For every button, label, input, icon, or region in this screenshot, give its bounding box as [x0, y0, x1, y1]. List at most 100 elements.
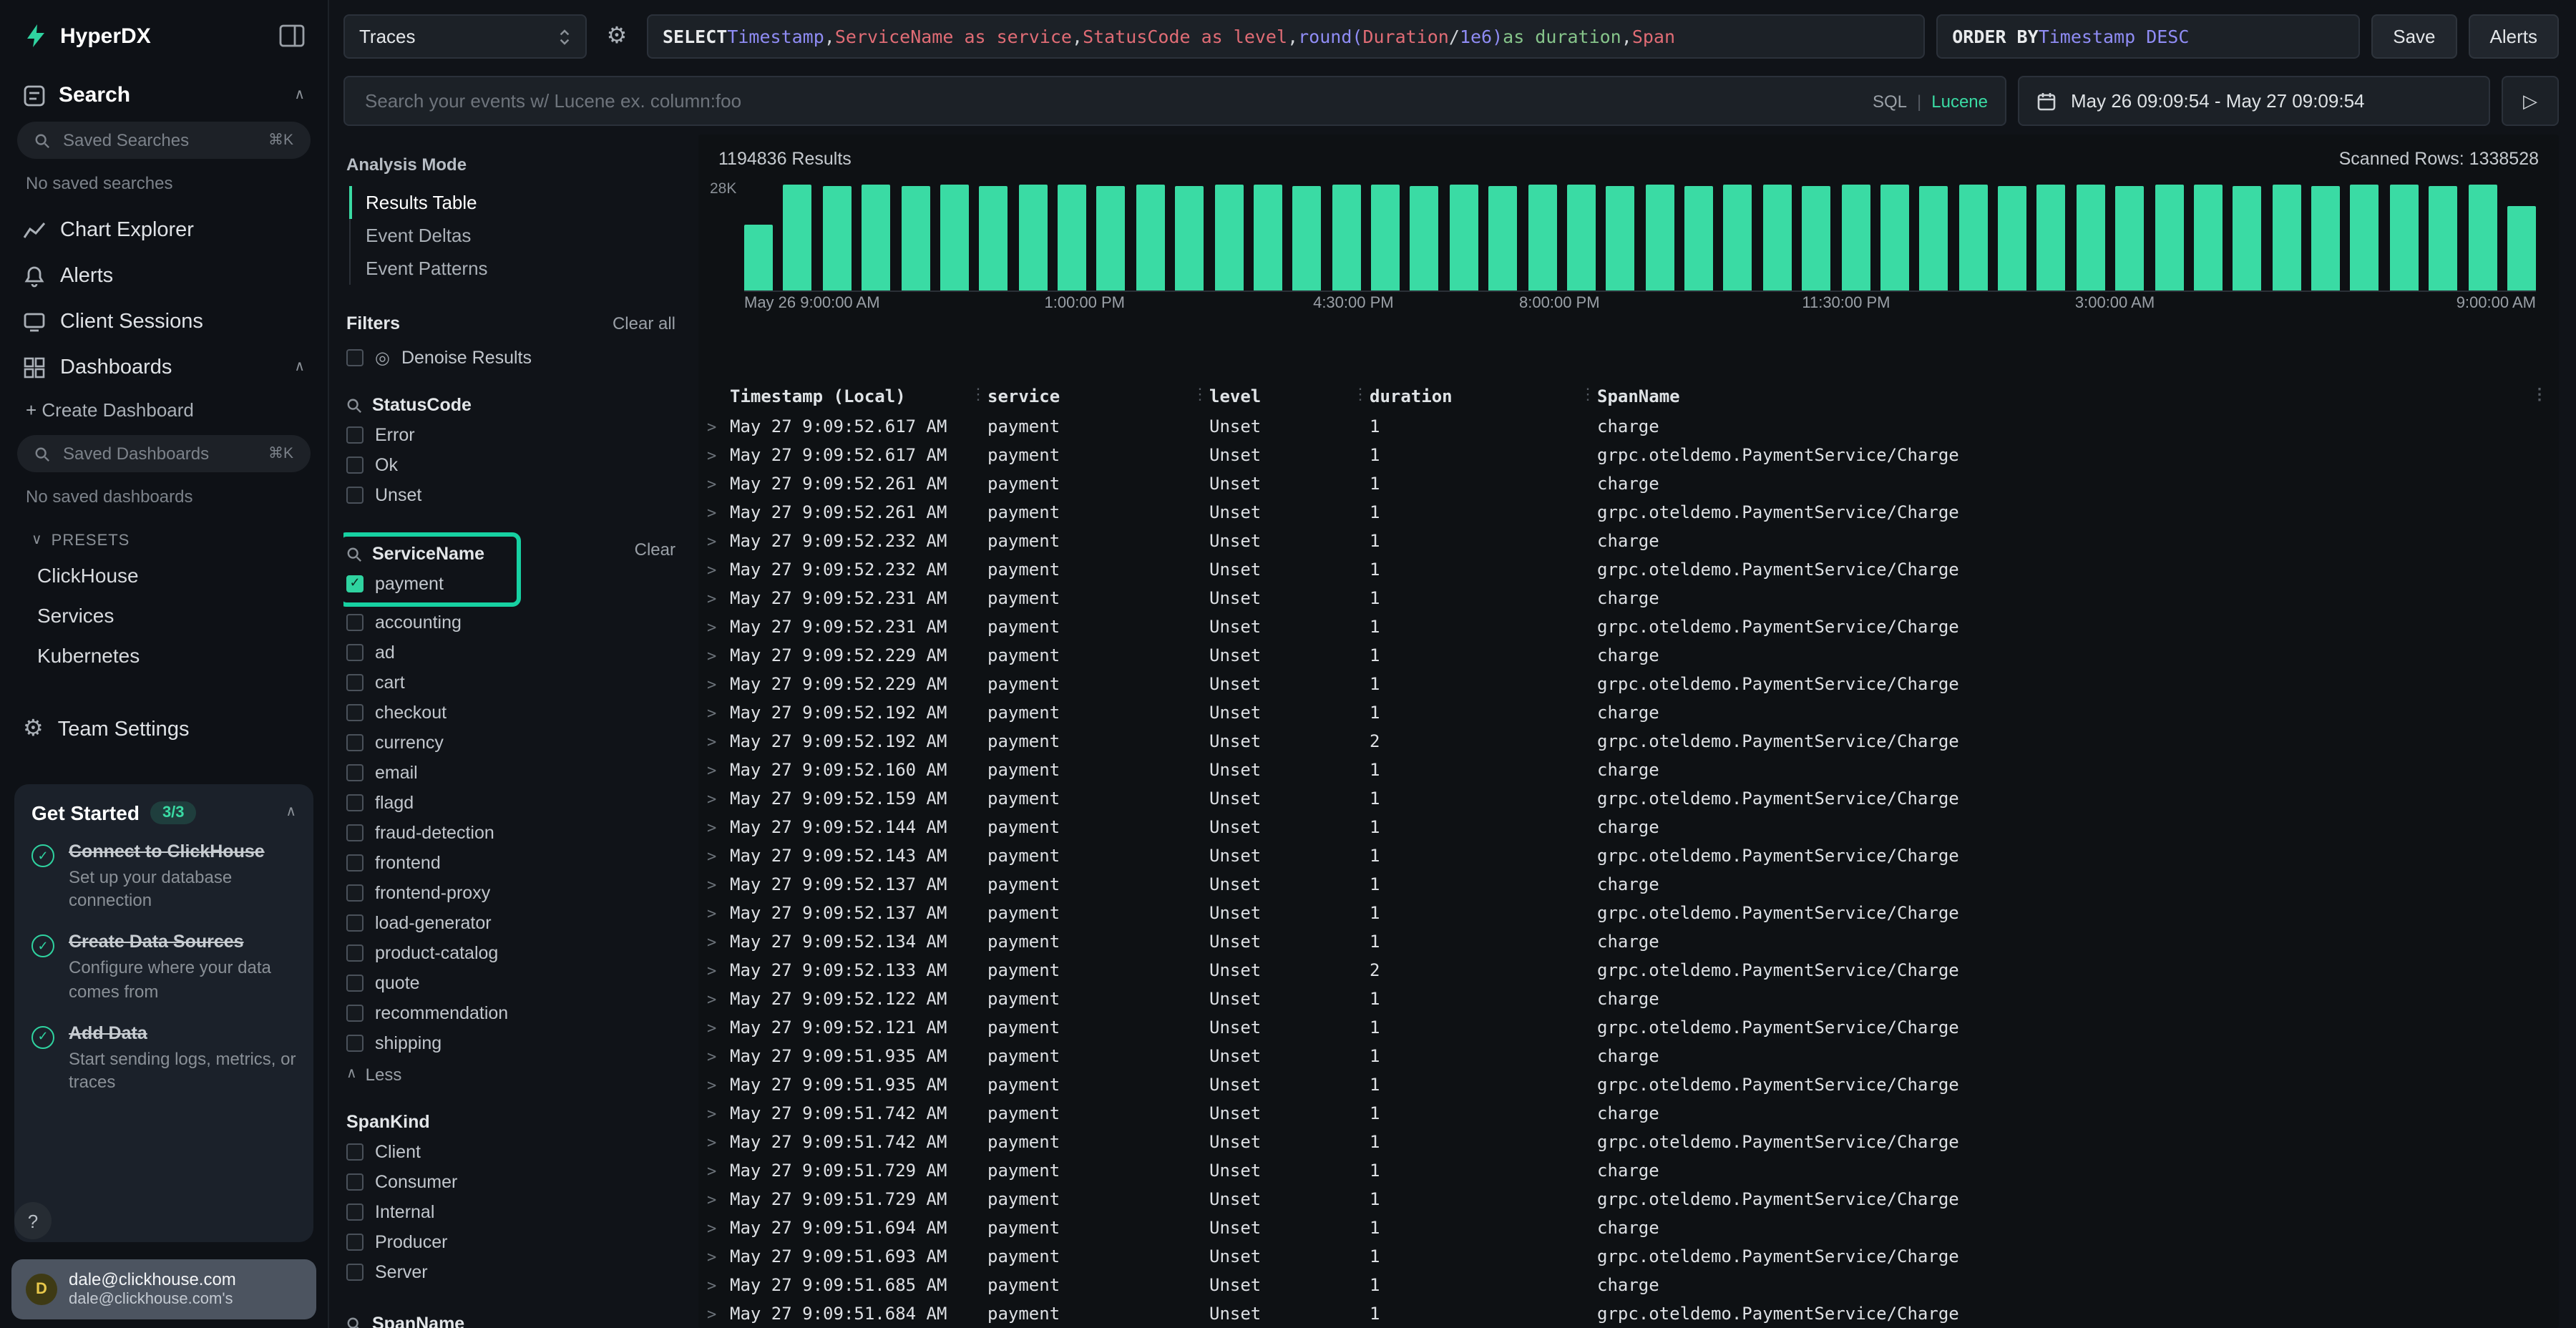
- row-expand-icon[interactable]: >: [704, 1133, 730, 1151]
- table-row[interactable]: >May 27 9:09:52.144 AMpaymentUnset1charg…: [698, 813, 2559, 841]
- lucene-mode-option[interactable]: Lucene: [1931, 91, 1988, 111]
- row-expand-icon[interactable]: >: [704, 761, 730, 779]
- table-row[interactable]: >May 27 9:09:52.137 AMpaymentUnset1grpc.…: [698, 899, 2559, 927]
- checkbox[interactable]: [346, 349, 364, 366]
- filter-option-Ok[interactable]: Ok: [346, 449, 675, 479]
- row-expand-icon[interactable]: >: [704, 1219, 730, 1237]
- histogram-bar[interactable]: [1371, 185, 1400, 290]
- column-resize-handle[interactable]: ⋮: [1352, 385, 1368, 404]
- checkbox[interactable]: [346, 794, 364, 811]
- histogram-bar[interactable]: [1058, 185, 1086, 290]
- checkbox[interactable]: [346, 426, 364, 443]
- search-section-header[interactable]: Search ∧: [0, 63, 328, 116]
- row-expand-icon[interactable]: >: [704, 703, 730, 722]
- checkbox[interactable]: [346, 1173, 364, 1190]
- row-expand-icon[interactable]: >: [704, 1104, 730, 1123]
- checkbox[interactable]: [346, 456, 364, 473]
- show-less-button[interactable]: ∧Less: [346, 1058, 675, 1085]
- get-started-item[interactable]: ✓ Connect to ClickHouse Set up your data…: [31, 841, 296, 912]
- histogram-bar[interactable]: [1332, 185, 1360, 290]
- histogram-bar[interactable]: [1567, 185, 1596, 290]
- filter-option-email[interactable]: email: [346, 757, 675, 787]
- histogram-bar[interactable]: [2311, 185, 2340, 290]
- table-row[interactable]: >May 27 9:09:52.232 AMpaymentUnset1charg…: [698, 527, 2559, 555]
- mode-results-table[interactable]: Results Table: [348, 186, 675, 219]
- filter-option-Consumer[interactable]: Consumer: [346, 1166, 675, 1196]
- checkbox[interactable]: [346, 703, 364, 721]
- histogram-bar[interactable]: [1920, 185, 1948, 290]
- histogram-bar[interactable]: [2194, 185, 2223, 290]
- row-expand-icon[interactable]: >: [704, 932, 730, 951]
- row-expand-icon[interactable]: >: [704, 474, 730, 493]
- filter-option-flagd[interactable]: flagd: [346, 787, 675, 817]
- histogram-bar[interactable]: [2155, 185, 2183, 290]
- table-row[interactable]: >May 27 9:09:51.935 AMpaymentUnset1charg…: [698, 1042, 2559, 1070]
- sql-select-editor[interactable]: SELECT Timestamp, ServiceName as service…: [647, 14, 1925, 59]
- filter-option-Error[interactable]: Error: [346, 419, 675, 449]
- row-expand-icon[interactable]: >: [704, 1075, 730, 1094]
- histogram-bar[interactable]: [1724, 185, 1752, 290]
- help-button[interactable]: ?: [14, 1202, 52, 1239]
- histogram-bar[interactable]: [862, 185, 890, 290]
- table-row[interactable]: >May 27 9:09:52.133 AMpaymentUnset2grpc.…: [698, 956, 2559, 985]
- checkbox[interactable]: [346, 974, 364, 991]
- histogram-bar[interactable]: [2390, 185, 2419, 290]
- histogram-bar[interactable]: [1175, 186, 1204, 290]
- histogram-bar[interactable]: [1293, 185, 1322, 290]
- filter-option-currency[interactable]: currency: [346, 727, 675, 757]
- row-expand-icon[interactable]: >: [704, 1047, 730, 1065]
- saved-searches-field[interactable]: [60, 129, 258, 152]
- filter-group-header[interactable]: SpanKind: [346, 1108, 675, 1136]
- row-expand-icon[interactable]: >: [704, 732, 730, 751]
- mode-event-deltas[interactable]: Event Deltas: [348, 219, 675, 252]
- table-row[interactable]: >May 27 9:09:51.693 AMpaymentUnset1grpc.…: [698, 1242, 2559, 1271]
- row-expand-icon[interactable]: >: [704, 1018, 730, 1037]
- filter-option-Internal[interactable]: Internal: [346, 1196, 675, 1226]
- checkbox[interactable]: ✓: [346, 575, 364, 592]
- row-expand-icon[interactable]: >: [704, 589, 730, 607]
- histogram-bar[interactable]: [2037, 185, 2066, 290]
- table-row[interactable]: >May 27 9:09:52.192 AMpaymentUnset1charg…: [698, 698, 2559, 727]
- table-options-icon[interactable]: ⋮: [2532, 385, 2547, 404]
- sidebar-collapse-icon[interactable]: [279, 24, 305, 47]
- table-row[interactable]: >May 27 9:09:52.229 AMpaymentUnset1grpc.…: [698, 670, 2559, 698]
- histogram-bar[interactable]: [1488, 185, 1517, 290]
- table-row[interactable]: >May 27 9:09:52.232 AMpaymentUnset1grpc.…: [698, 555, 2559, 584]
- histogram-bar[interactable]: [980, 186, 1008, 290]
- sidebar-item-dashboards[interactable]: Dashboards ∧: [0, 345, 328, 391]
- filter-option-cart[interactable]: cart: [346, 667, 675, 697]
- histogram-bar[interactable]: [1214, 185, 1243, 290]
- histogram-bar[interactable]: [1841, 185, 1870, 290]
- table-row[interactable]: >May 27 9:09:52.231 AMpaymentUnset1grpc.…: [698, 612, 2559, 641]
- filter-option-product-catalog[interactable]: product-catalog: [346, 937, 675, 967]
- mode-event-patterns[interactable]: Event Patterns: [348, 252, 675, 285]
- histogram-bar[interactable]: [1684, 185, 1713, 290]
- table-row[interactable]: >May 27 9:09:52.261 AMpaymentUnset1charg…: [698, 469, 2559, 498]
- checkbox[interactable]: [346, 1233, 364, 1250]
- table-row[interactable]: >May 27 9:09:52.143 AMpaymentUnset1grpc.…: [698, 841, 2559, 870]
- histogram-bar[interactable]: [1097, 185, 1126, 290]
- filter-clear-button[interactable]: Clear: [635, 540, 675, 560]
- filter-option-recommendation[interactable]: recommendation: [346, 997, 675, 1027]
- row-expand-icon[interactable]: >: [704, 417, 730, 436]
- histogram-bar[interactable]: [901, 185, 930, 290]
- filter-option-Server[interactable]: Server: [346, 1256, 675, 1286]
- saved-dashboards-field[interactable]: [60, 442, 258, 465]
- alerts-button[interactable]: Alerts: [2469, 14, 2559, 59]
- row-expand-icon[interactable]: >: [704, 990, 730, 1008]
- source-select[interactable]: Traces: [343, 14, 587, 59]
- column-header-duration[interactable]: ⋮duration: [1370, 386, 1597, 406]
- sidebar-item-alerts[interactable]: Alerts: [0, 253, 328, 299]
- event-search-input[interactable]: [362, 89, 1858, 113]
- filter-option-load-generator[interactable]: load-generator: [346, 907, 675, 937]
- row-expand-icon[interactable]: >: [704, 1161, 730, 1180]
- checkbox[interactable]: [346, 1004, 364, 1021]
- histogram-bar[interactable]: [1606, 186, 1635, 290]
- filter-group-header[interactable]: SpanName: [346, 1309, 675, 1328]
- filter-option-frontend-proxy[interactable]: frontend-proxy: [346, 877, 675, 907]
- clear-all-filters-button[interactable]: Clear all: [613, 313, 675, 333]
- table-row[interactable]: >May 27 9:09:51.694 AMpaymentUnset1charg…: [698, 1214, 2559, 1242]
- histogram-bar[interactable]: [1136, 185, 1165, 290]
- checkbox[interactable]: [346, 486, 364, 503]
- checkbox[interactable]: [346, 1203, 364, 1220]
